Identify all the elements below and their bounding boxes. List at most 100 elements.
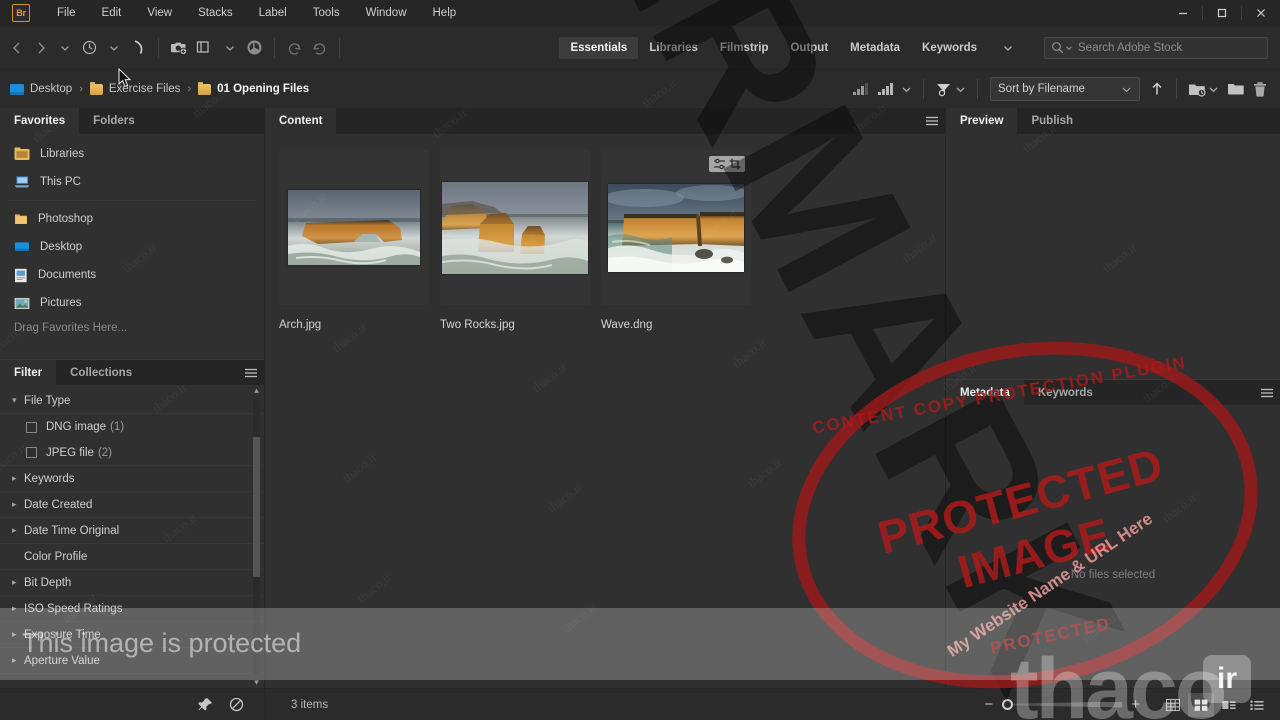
divider [8, 200, 256, 201]
scroll-down-arrow-icon[interactable]: ▾ [252, 677, 261, 688]
recent-dropdown-chevron-icon[interactable] [53, 34, 77, 62]
raw-settings-crop-badge[interactable] [709, 156, 745, 172]
filter-group-aperture-value[interactable]: ▸ Aperture Value [0, 648, 264, 674]
menu-item-file[interactable]: File [44, 0, 89, 26]
redo-icon[interactable] [307, 34, 332, 62]
filter-checkbox-jpeg-file[interactable]: JPEG file (2) [0, 440, 264, 466]
undo-icon[interactable] [282, 34, 307, 62]
tab-collections[interactable]: Collections [56, 360, 146, 385]
rating-filter-icon[interactable] [847, 75, 873, 103]
favorite-item-libraries[interactable]: Libraries [0, 140, 264, 168]
workspace-overflow-chevron-icon[interactable] [996, 34, 1020, 62]
thumbnail-box[interactable] [440, 150, 590, 305]
content-panel-menu-icon[interactable] [919, 108, 945, 134]
menu-item-stacks[interactable]: Stacks [185, 0, 246, 26]
favorite-item-photoshop[interactable]: Photoshop [0, 205, 264, 233]
search-input[interactable] [1078, 41, 1261, 54]
boomerang-icon[interactable] [126, 34, 151, 62]
search-adobe-stock-box[interactable] [1044, 36, 1268, 59]
workspace-tab-output[interactable]: Output [779, 37, 839, 59]
tab-keywords[interactable]: Keywords [1024, 380, 1107, 405]
rating-filter-dropdown-icon[interactable] [873, 75, 916, 103]
favorite-label: Documents [38, 269, 97, 281]
camera-import-icon[interactable] [166, 34, 192, 62]
sort-by-dropdown[interactable]: Sort by Filename [990, 77, 1140, 101]
filter-group-exposure-time[interactable]: ▸ Exposure Time [0, 622, 264, 648]
menu-item-window[interactable]: Window [353, 0, 420, 26]
thumbnail-box[interactable] [601, 150, 751, 305]
workspace-tab-libraries[interactable]: Libraries [638, 37, 709, 59]
filter-group-date-created[interactable]: ▸ Date Created [0, 492, 264, 518]
breadcrumb-current-folder[interactable]: 01 Opening Files [198, 81, 309, 95]
tab-favorites[interactable]: Favorites [0, 108, 80, 134]
content-thumbnail-area[interactable]: Arch.jpg Two Rocks.jpg Wave.dng [265, 134, 945, 688]
breadcrumb-desktop[interactable]: Desktop [10, 83, 72, 95]
tab-folders[interactable]: Folders [79, 108, 149, 134]
view-mode-grid-lock-icon[interactable] [1160, 693, 1186, 717]
filter-panel-menu-icon[interactable] [238, 360, 264, 385]
filter-funnel-icon[interactable] [931, 75, 970, 103]
tab-filter[interactable]: Filter [0, 360, 57, 385]
zoom-slider-knob[interactable] [1002, 698, 1014, 710]
status-bar-right-tools: − + [984, 692, 1280, 717]
filter-group-keywords[interactable]: ▸ Keywords [0, 466, 264, 492]
menu-item-help[interactable]: Help [420, 0, 470, 26]
file-item-wave[interactable]: Wave.dng [601, 150, 751, 331]
checkbox-icon[interactable] [26, 447, 37, 458]
forward-arrow-icon[interactable] [29, 34, 53, 62]
favorite-item-documents[interactable]: Documents [0, 261, 264, 289]
close-button[interactable] [1242, 0, 1280, 26]
workspace-tab-keywords[interactable]: Keywords [911, 37, 988, 59]
sort-direction-ascending-icon[interactable] [1145, 75, 1169, 103]
workspace-tab-filmstrip[interactable]: Filmstrip [709, 37, 780, 59]
workspace-tab-metadata[interactable]: Metadata [839, 37, 911, 59]
workspace-tab-essentials[interactable]: Essentials [559, 36, 639, 59]
history-clock-icon[interactable] [77, 34, 102, 62]
menu-item-label[interactable]: Label [246, 0, 300, 26]
tab-content[interactable]: Content [265, 108, 337, 134]
view-mode-thumbnail-grid-icon[interactable] [1188, 692, 1214, 717]
favorite-item-desktop[interactable]: Desktop [0, 233, 264, 261]
history-dropdown-chevron-icon[interactable] [102, 34, 126, 62]
copy-dropdown-chevron-icon[interactable] [218, 34, 242, 62]
filter-group-color-profile[interactable]: Color Profile [0, 544, 264, 570]
zoom-out-label[interactable]: − [984, 696, 993, 713]
menu-item-view[interactable]: View [134, 0, 185, 26]
favorite-item-this-pc[interactable]: This PC [0, 168, 264, 196]
file-item-two-rocks[interactable]: Two Rocks.jpg [440, 150, 590, 331]
delete-trash-icon[interactable] [1248, 75, 1272, 103]
maximize-button[interactable] [1203, 0, 1241, 26]
tab-preview[interactable]: Preview [946, 108, 1018, 134]
thumbnail-zoom-slider[interactable]: − + [984, 696, 1140, 713]
filter-checkbox-dng-image[interactable]: DNG image (1) [0, 414, 264, 440]
filter-scrollbar[interactable]: ▴ ▾ [252, 385, 261, 688]
view-mode-details-icon[interactable] [1216, 693, 1242, 717]
breadcrumb-exercise-files[interactable]: Exercise Files [89, 81, 180, 95]
pin-icon[interactable] [198, 697, 213, 712]
menu-item-tools[interactable]: Tools [300, 0, 353, 26]
menu-item-edit[interactable]: Edit [89, 0, 135, 26]
new-folder-icon[interactable] [1223, 75, 1248, 103]
zoom-in-label[interactable]: + [1131, 696, 1140, 713]
refresh-rotate-icon[interactable] [242, 34, 267, 62]
file-item-arch[interactable]: Arch.jpg [279, 150, 429, 331]
filter-group-date-time-original[interactable]: ▸ Date Time Original [0, 518, 264, 544]
no-entry-icon[interactable] [229, 697, 244, 712]
filter-group-file-type[interactable]: ▾ File Type [0, 388, 264, 414]
checkbox-icon[interactable] [26, 421, 37, 433]
scrollbar-thumb[interactable] [253, 437, 260, 577]
thumbnail-box[interactable] [279, 150, 429, 305]
new-folder-recent-icon[interactable] [1184, 75, 1223, 103]
tab-metadata[interactable]: Metadata [946, 380, 1024, 405]
copy-stack-icon[interactable] [192, 34, 218, 62]
view-mode-list-icon[interactable] [1244, 693, 1270, 717]
favorite-item-pictures[interactable]: Pictures [0, 289, 264, 317]
scroll-up-arrow-icon[interactable]: ▴ [252, 385, 261, 396]
minimize-button[interactable] [1164, 0, 1202, 26]
filter-group-bit-depth[interactable]: ▸ Bit Depth [0, 570, 264, 596]
filter-group-iso-speed-ratings[interactable]: ▸ ISO Speed Ratings [0, 596, 264, 622]
zoom-slider-track[interactable] [1002, 698, 1123, 710]
back-arrow-icon[interactable] [5, 34, 29, 62]
metadata-panel-menu-icon[interactable] [1254, 380, 1280, 405]
tab-publish[interactable]: Publish [1017, 108, 1087, 134]
